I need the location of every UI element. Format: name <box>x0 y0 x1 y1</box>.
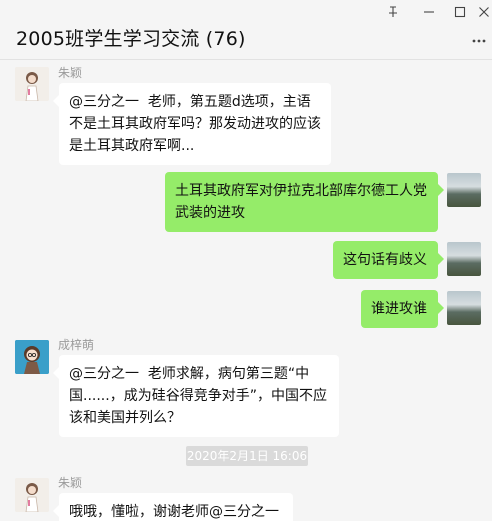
message-bubble[interactable]: 谁进攻谁 <box>361 290 444 328</box>
message-bubble[interactable]: 哦哦，懂啦，谢谢老师@三分之一 <box>53 493 293 521</box>
sender-name: 朱颖 <box>58 476 83 490</box>
chat-title: 2005班学生学习交流 (76) <box>16 28 246 50</box>
title-bar: 2005班学生学习交流 (76) <box>0 0 492 60</box>
avatar[interactable] <box>15 340 49 374</box>
message-bubble[interactable]: 土耳其政府军对伊拉克北部库尔德工人党武装的进攻 <box>165 172 444 232</box>
close-icon[interactable] <box>474 6 492 20</box>
message-bubble[interactable]: @三分之一 老师求解，病句第三题“中国......，成为硅谷得竞争对手”，中国不… <box>53 355 339 437</box>
timestamp: 2020年2月1日 16:06 <box>186 446 308 466</box>
message-bubble[interactable]: @三分之一 老师，第五题d选项，主语不是土耳其政府军吗？那发动进攻的应该是土耳其… <box>53 83 331 165</box>
sender-name: 朱颖 <box>58 66 83 80</box>
avatar[interactable] <box>15 67 49 101</box>
message-bubble[interactable]: 这句话有歧义 <box>333 241 444 279</box>
more-icon[interactable] <box>472 33 486 45</box>
sender-name: 成梓萌 <box>58 338 95 352</box>
pin-icon[interactable] <box>383 6 403 20</box>
avatar[interactable] <box>447 242 481 276</box>
avatar[interactable] <box>447 173 481 207</box>
minimize-icon[interactable] <box>419 6 439 20</box>
message-list[interactable]: 朱颖 @三分之一 老师，第五题d选项，主语不是土耳其政府军吗？那发动进攻的应该是… <box>0 61 492 521</box>
avatar[interactable] <box>447 291 481 325</box>
maximize-icon[interactable] <box>450 6 470 20</box>
avatar[interactable] <box>15 478 49 512</box>
